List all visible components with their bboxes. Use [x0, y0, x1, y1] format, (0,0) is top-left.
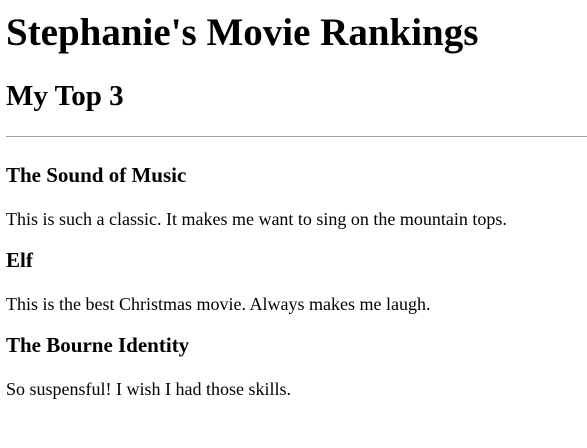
movie-title: Elf	[6, 248, 33, 273]
page-content: Stephanie's Movie Rankings My Top 3 The …	[0, 0, 587, 400]
movie-list: The Sound of Music This is such a classi…	[6, 137, 587, 399]
movie-description: This is such a classic. It makes me want…	[6, 209, 507, 230]
movie-item: Elf This is the best Christmas movie. Al…	[6, 230, 587, 315]
movie-description: So suspensful! I wish I had those skills…	[6, 378, 291, 399]
movie-item: The Bourne Identity So suspensful! I wis…	[6, 315, 587, 400]
movie-title: The Bourne Identity	[6, 332, 190, 357]
movie-description: This is the best Christmas movie. Always…	[6, 294, 431, 315]
page-title: Stephanie's Movie Rankings	[6, 11, 479, 54]
page-subtitle: My Top 3	[6, 79, 124, 112]
movie-title: The Sound of Music	[6, 163, 187, 188]
movie-item: The Sound of Music This is such a classi…	[6, 137, 587, 230]
